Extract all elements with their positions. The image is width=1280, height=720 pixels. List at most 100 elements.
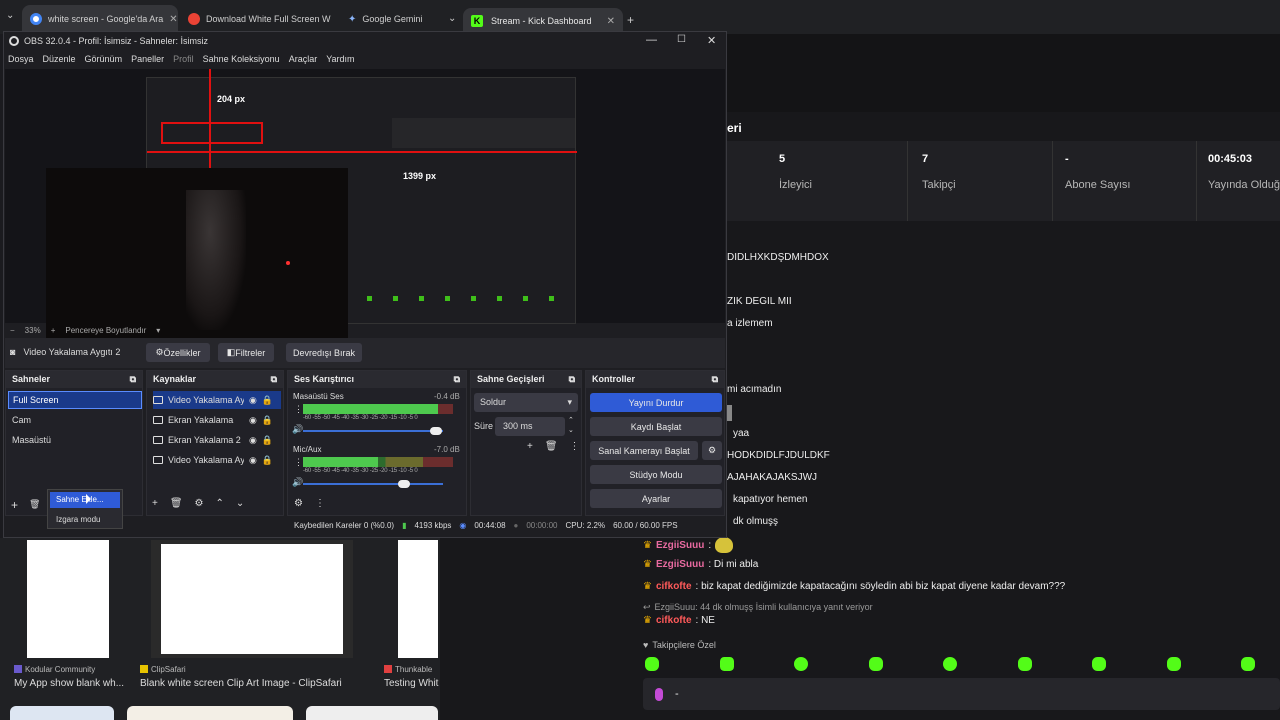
maximize-button[interactable]: ☐ xyxy=(677,34,686,45)
zoom-in-button[interactable]: + xyxy=(51,326,56,335)
menu-item-grid-mode[interactable]: Izgara modu xyxy=(56,515,100,524)
menu-duzenle[interactable]: Düzenle xyxy=(43,54,76,64)
undock-icon[interactable]: ⧉ xyxy=(454,374,460,385)
close-icon[interactable]: ✕ xyxy=(607,16,615,27)
menu-sahne-koleksiyonu[interactable]: Sahne Koleksiyonu xyxy=(203,54,280,64)
speaker-icon[interactable]: 🔊 xyxy=(292,477,303,488)
duration-stepper[interactable]: ⌃ ⌄ xyxy=(568,416,574,436)
channel-menu-icon[interactable]: ⋮ xyxy=(294,457,303,468)
scene-item-full-screen[interactable]: Full Screen xyxy=(8,391,142,409)
menu-dots-icon[interactable]: ⋮ xyxy=(570,441,580,452)
lock-icon[interactable]: 🔒 xyxy=(262,415,273,426)
menu-dosya[interactable]: Dosya xyxy=(8,54,34,64)
start-recording-button[interactable]: Kaydı Başlat xyxy=(590,417,722,436)
menu-profil[interactable]: Profil xyxy=(173,54,194,64)
result-thumbnail[interactable] xyxy=(151,540,353,658)
filters-button[interactable]: ◧ Filtreler xyxy=(218,343,274,362)
start-virtual-camera-button[interactable]: Sanal Kamerayı Başlat xyxy=(590,441,698,460)
duration-field[interactable]: 300 ms xyxy=(495,417,565,436)
studio-mode-button[interactable]: Stüdyo Modu xyxy=(590,465,722,484)
channel-menu-icon[interactable]: ⋮ xyxy=(294,404,303,415)
minimize-button[interactable]: — xyxy=(646,34,657,46)
emote-icon[interactable] xyxy=(1241,657,1255,671)
chat-username[interactable]: EzgiiSuuu xyxy=(656,559,704,570)
chevron-down-icon[interactable]: ▾ xyxy=(156,326,160,335)
settings-button[interactable]: Ayarlar xyxy=(590,489,722,508)
source-item[interactable]: Ekran Yakalama ◉ 🔒 xyxy=(153,411,281,429)
chat-input[interactable]: - xyxy=(643,678,1280,710)
volume-knob[interactable] xyxy=(430,427,442,435)
add-scene-button[interactable]: + xyxy=(11,498,18,512)
transition-select[interactable]: Soldur ▾ xyxy=(474,393,578,412)
emote-icon[interactable] xyxy=(794,657,808,671)
speaker-icon[interactable]: 🔊 xyxy=(292,424,303,435)
scene-item-masaustu[interactable]: Masaüstü xyxy=(12,435,51,445)
source-item[interactable]: Video Yakalama Aygıtı ◉ 🔒 xyxy=(153,451,281,469)
emote-icon[interactable] xyxy=(868,657,883,671)
trash-icon[interactable]: 🗑 xyxy=(29,499,40,510)
result-title[interactable]: Blank white screen Clip Art Image - Clip… xyxy=(140,678,342,689)
mic-icon[interactable] xyxy=(655,687,663,701)
emote-icon[interactable] xyxy=(1017,657,1032,671)
virtual-camera-settings-button[interactable]: ⚙ xyxy=(702,441,722,460)
result-thumbnail[interactable] xyxy=(306,706,438,720)
menu-yardim[interactable]: Yardım xyxy=(326,54,354,64)
eye-icon[interactable]: ◉ xyxy=(249,415,257,426)
undock-icon[interactable]: ⧉ xyxy=(271,374,277,385)
disable-button[interactable]: Devredışı Bırak xyxy=(286,343,362,362)
arrow-up-icon[interactable]: ⌃ xyxy=(216,498,224,509)
trash-icon[interactable]: 🗑 xyxy=(170,498,183,509)
undock-icon[interactable]: ⧉ xyxy=(712,374,718,385)
stop-streaming-button[interactable]: Yayını Durdur xyxy=(590,393,722,412)
emote-icon[interactable] xyxy=(1092,657,1106,671)
preview-area[interactable]: 204 px 1399 px xyxy=(5,69,725,338)
source-item[interactable]: Video Yakalama Aygıtı ◉ 🔒 xyxy=(153,391,281,409)
eye-icon[interactable]: ◉ xyxy=(249,395,257,406)
new-tab-button[interactable]: + xyxy=(627,13,634,27)
scene-item-cam[interactable]: Cam xyxy=(12,415,31,425)
browser-tab-1[interactable]: white screen - Google'da Ara ✕ xyxy=(22,5,178,33)
arrow-down-icon[interactable]: ⌄ xyxy=(236,498,244,509)
eye-icon[interactable]: ◉ xyxy=(249,435,257,446)
advanced-audio-icon[interactable]: ⚙ xyxy=(294,498,303,509)
menu-gorunum[interactable]: Görünüm xyxy=(85,54,123,64)
tab-list-button[interactable]: ⌄ xyxy=(6,10,14,21)
undock-icon[interactable]: ⧉ xyxy=(569,374,575,385)
add-icon[interactable]: + xyxy=(152,498,158,509)
emote-icon[interactable] xyxy=(719,657,734,671)
menu-paneller[interactable]: Paneller xyxy=(131,54,164,64)
zoom-out-button[interactable]: − xyxy=(10,326,15,335)
browser-tab-3[interactable]: ✦ Google Gemini xyxy=(340,5,438,33)
volume-knob[interactable] xyxy=(397,480,410,488)
result-thumbnail[interactable] xyxy=(27,540,109,658)
close-button[interactable]: ✕ xyxy=(707,34,716,47)
browser-tab-2[interactable]: Download White Full Screen W xyxy=(180,5,338,33)
add-icon[interactable]: + xyxy=(527,441,533,452)
emote-icon[interactable] xyxy=(943,657,957,671)
menu-item-add-scene[interactable]: Sahne Ekle... xyxy=(50,492,120,508)
emote-icon[interactable] xyxy=(1166,657,1181,671)
result-thumbnail[interactable] xyxy=(398,540,438,658)
lock-icon[interactable]: 🔒 xyxy=(262,395,273,406)
volume-slider[interactable] xyxy=(303,480,443,488)
kick-tabs-menu[interactable]: ⌄ xyxy=(448,13,456,24)
result-thumbnail[interactable] xyxy=(127,706,293,720)
undock-icon[interactable]: ⧉ xyxy=(130,374,136,385)
lock-icon[interactable]: 🔒 xyxy=(262,455,273,466)
menu-araclar[interactable]: Araçlar xyxy=(289,54,318,64)
chat-username[interactable]: cifkofte xyxy=(656,615,692,626)
gear-icon[interactable]: ⚙ xyxy=(195,498,204,509)
volume-slider[interactable] xyxy=(303,427,443,435)
emote-icon[interactable] xyxy=(645,657,659,671)
properties-button[interactable]: ⚙ Özellikler xyxy=(146,343,210,362)
lock-icon[interactable]: 🔒 xyxy=(262,435,273,446)
close-icon[interactable]: ✕ xyxy=(169,14,177,25)
chat-username[interactable]: EzgiiSuuu xyxy=(656,540,704,551)
trash-icon[interactable]: 🗑 xyxy=(545,441,558,452)
result-thumbnail[interactable] xyxy=(10,706,114,720)
eye-icon[interactable]: ◉ xyxy=(249,455,257,466)
menu-dots-icon[interactable]: ⋮ xyxy=(315,498,325,509)
chat-username[interactable]: cifkofte xyxy=(656,581,692,592)
result-title[interactable]: Testing Whit xyxy=(384,678,438,689)
source-item[interactable]: Ekran Yakalama 2 ◉ 🔒 xyxy=(153,431,281,449)
